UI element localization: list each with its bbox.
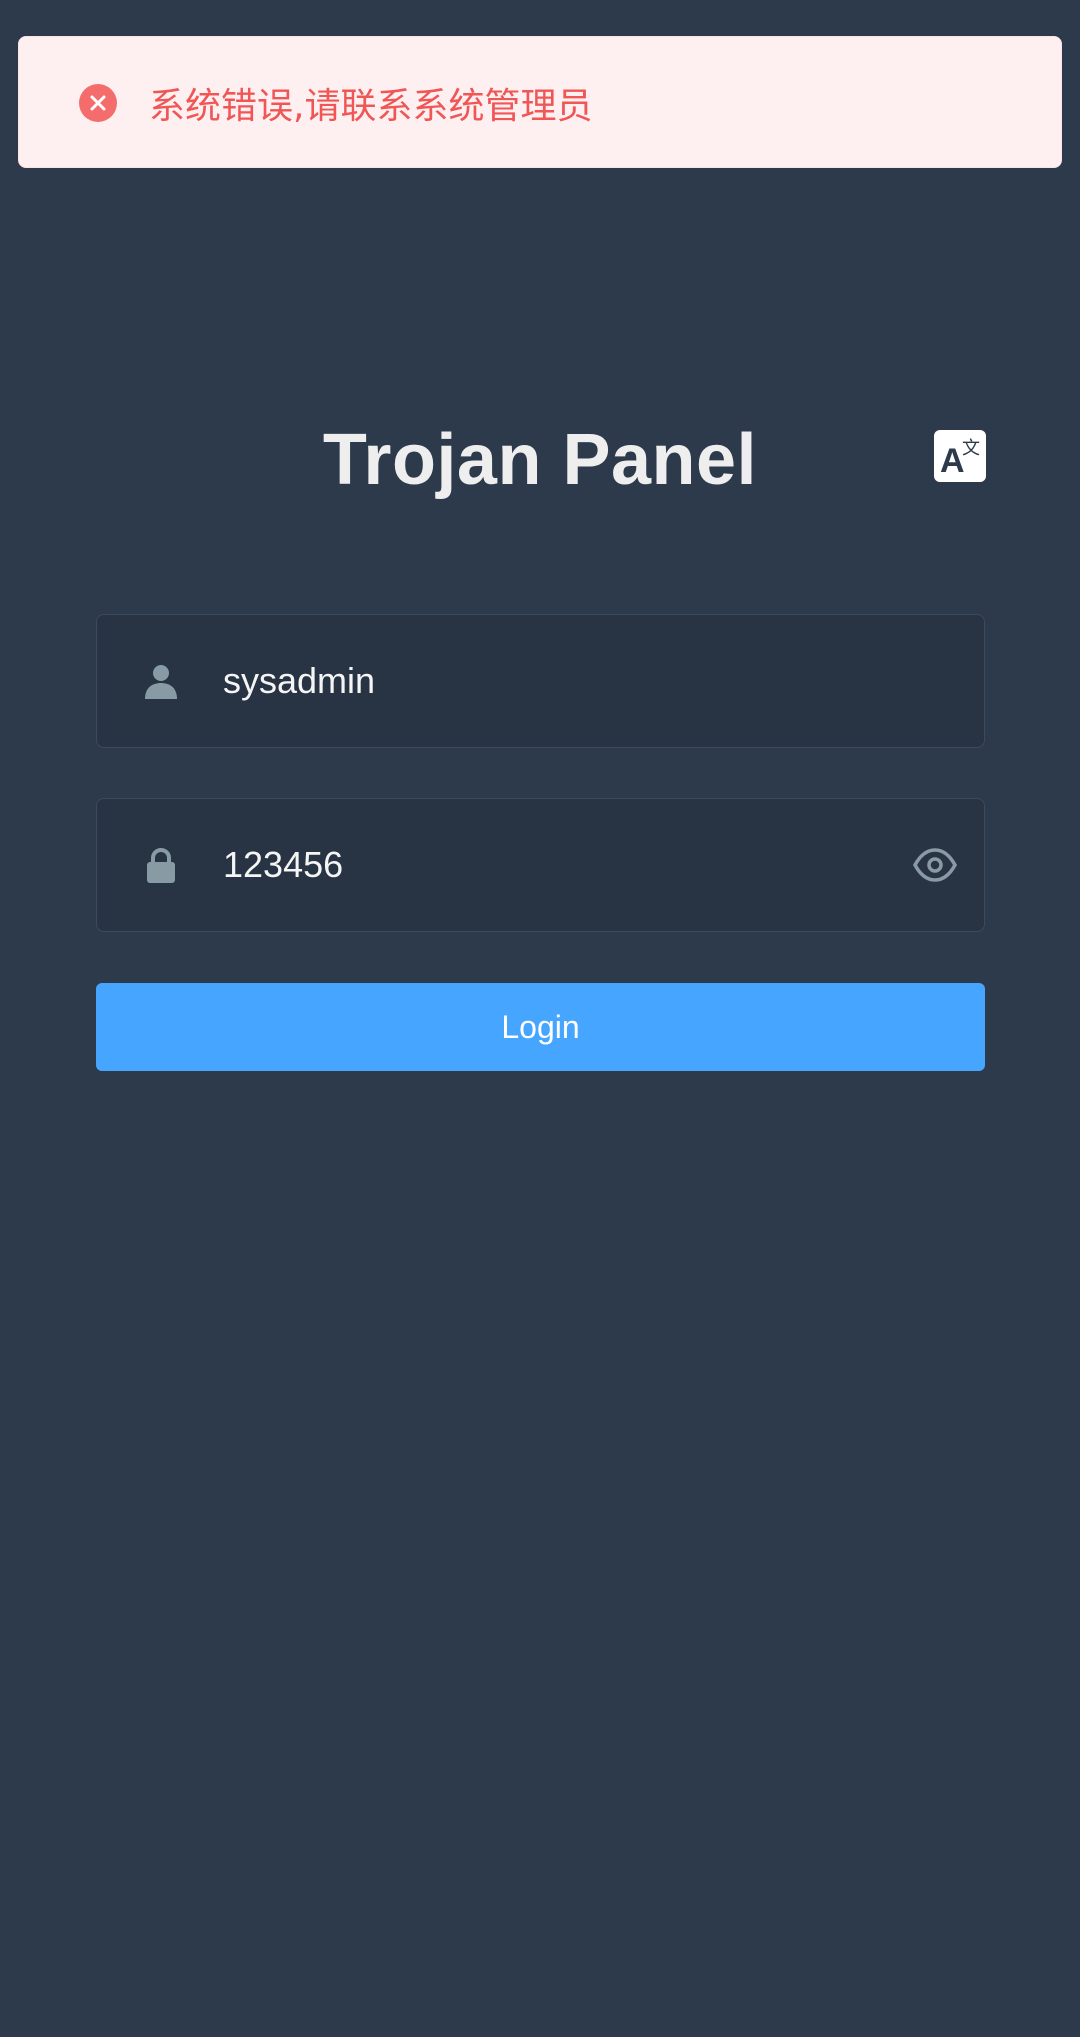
eye-icon[interactable] xyxy=(912,842,958,888)
language-switch-button[interactable]: A 文 xyxy=(934,430,986,482)
username-input[interactable] xyxy=(223,615,883,747)
error-circle-icon xyxy=(79,84,117,122)
error-message: 系统错误,请联系系统管理员 xyxy=(149,86,593,127)
svg-text:A: A xyxy=(940,442,965,480)
lock-icon xyxy=(141,845,181,885)
password-field[interactable] xyxy=(96,798,985,932)
login-button[interactable]: Login xyxy=(96,983,985,1071)
error-toast: 系统错误,请联系系统管理员 xyxy=(18,36,1062,168)
svg-text:文: 文 xyxy=(962,438,980,459)
password-input[interactable] xyxy=(223,799,883,931)
user-icon xyxy=(141,661,181,701)
username-field[interactable] xyxy=(96,614,985,748)
translate-icon: A 文 xyxy=(934,430,986,482)
page-title: Trojan Panel xyxy=(322,420,758,500)
